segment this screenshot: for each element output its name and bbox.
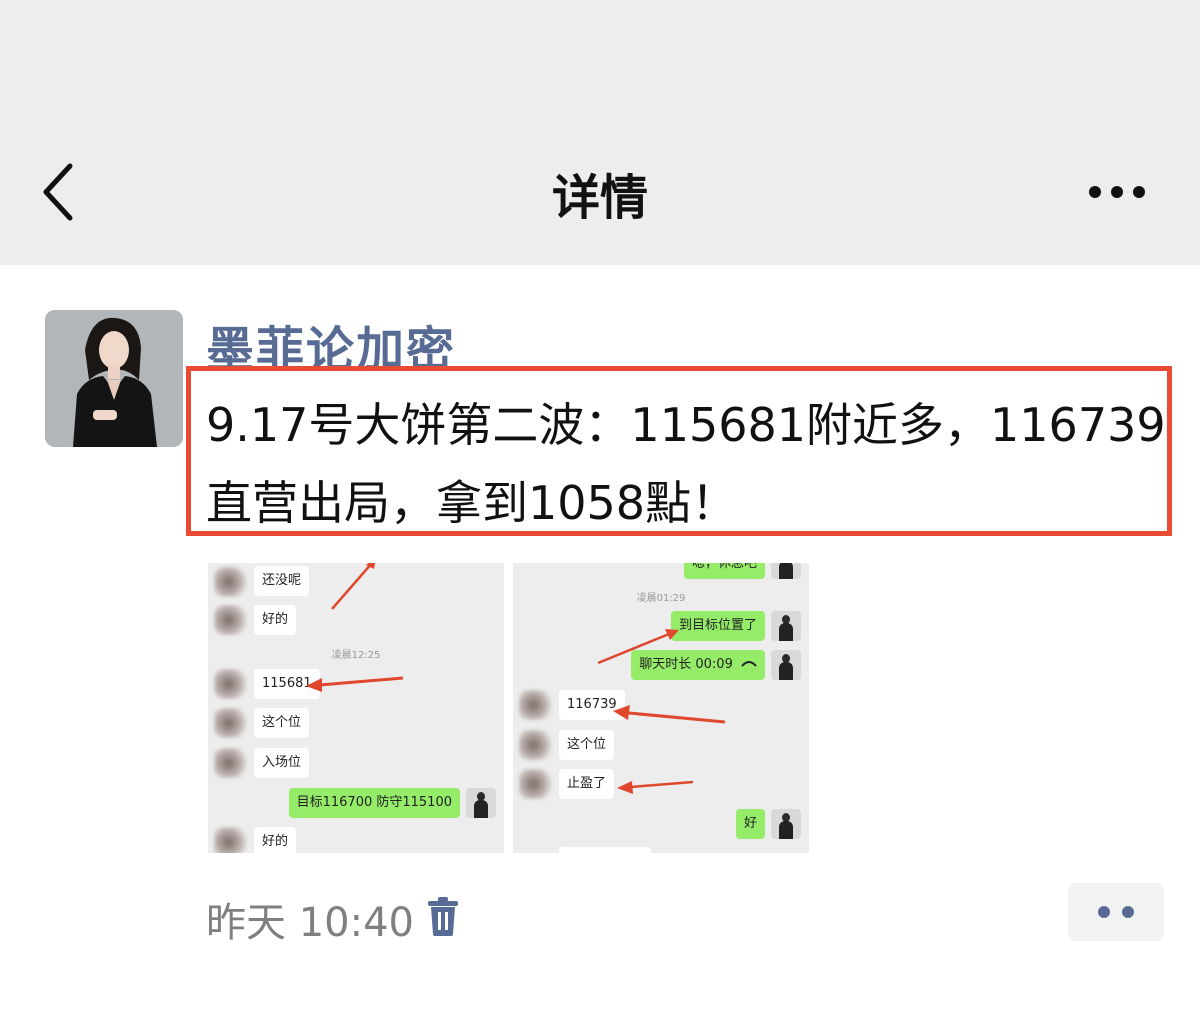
chat-bubble-right: 嗯，休息吧 [683, 563, 765, 579]
chat-screenshot-2[interactable]: 嗯，休息吧 凌晨01:29 到目标位置了 聊天时长 00:09 116739 这… [513, 563, 809, 853]
blurred-avatar [214, 827, 250, 853]
blurred-avatar [519, 690, 555, 720]
blurred-avatar [214, 748, 250, 778]
chat-bubble-right: 聊天时长 00:09 [631, 650, 765, 680]
chat-bubble-left: 止盈了 [559, 769, 615, 799]
call-duration-text: 聊天时长 00:09 [639, 657, 733, 672]
chat-bubble-right: 好 [735, 809, 765, 839]
chat-screenshot-1[interactable]: 还没呢 好的 凌晨12:25 115681 这个位 入场位 目标116700 防… [208, 563, 504, 853]
chat-bubble-left: 这个位 [559, 730, 615, 760]
chat-bubble-left: 入场位 [254, 748, 310, 778]
chat-bubble-left: 116739 [559, 690, 625, 720]
chat-timestamp: 凌晨12:25 [331, 650, 381, 661]
post-text: 9.17号大饼第二波：115681附近多，116739 直营出局，拿到1058點… [206, 386, 1166, 542]
chat-bubble-partial [559, 847, 651, 853]
chat-bubble-right: 到目标位置了 [670, 611, 765, 641]
phone-hangup-icon [741, 661, 757, 667]
user-avatar[interactable] [45, 310, 183, 447]
sender-avatar [771, 809, 801, 839]
blurred-avatar [519, 730, 555, 760]
more-options-icon[interactable] [1086, 178, 1148, 206]
blurred-avatar [214, 567, 250, 597]
sender-avatar [771, 563, 801, 579]
post-text-line: 直营出局，拿到1058點！ [206, 476, 738, 530]
chat-bubble-left: 115681 [254, 669, 320, 699]
sender-avatar [466, 788, 496, 818]
nav-header: 详情 [0, 0, 1200, 265]
sender-avatar [771, 611, 801, 641]
chat-bubble-left: 好的 [254, 605, 297, 635]
blurred-avatar [519, 769, 555, 799]
chat-timestamp: 凌晨01:29 [636, 593, 686, 604]
sender-avatar [771, 650, 801, 680]
comment-action-button[interactable] [1068, 883, 1164, 941]
two-dots-icon [1098, 906, 1134, 918]
chat-bubble-left: 还没呢 [254, 566, 310, 596]
blurred-avatar [214, 605, 250, 635]
annotation-arrows [597, 629, 726, 794]
chat-bubble-left: 好的 [254, 827, 297, 853]
blurred-avatar [214, 669, 250, 699]
chat-bubble-right: 目标116700 防守115100 [288, 788, 460, 818]
page-title: 详情 [551, 170, 648, 226]
post-text-line: 9.17号大饼第二波：115681附近多，116739 [206, 398, 1166, 452]
post-time: 昨天 10:40 [206, 900, 414, 946]
avatar-image [45, 310, 183, 447]
blurred-avatar [214, 708, 250, 738]
chat-bubble-left: 这个位 [254, 708, 310, 738]
trash-icon[interactable] [426, 896, 460, 936]
